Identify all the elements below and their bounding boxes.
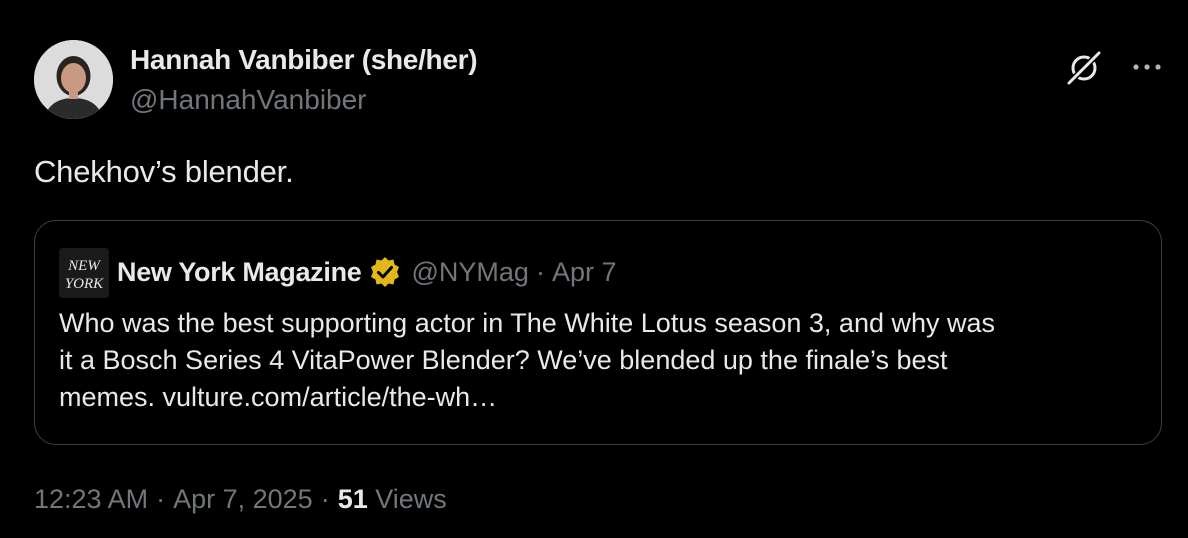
quoted-tweet-card[interactable]: NEW YORK New York Magazine @NYMag · Apr … [34, 220, 1162, 445]
quoted-display-name[interactable]: New York Magazine [117, 255, 362, 289]
tweet-time[interactable]: 12:23 AM [34, 484, 148, 514]
svg-text:NEW: NEW [67, 258, 101, 274]
meta-separator: · [156, 484, 166, 514]
tweet-meta: 12:23 AM · Apr 7, 2025 · 51 Views [34, 484, 447, 515]
verified-badge-icon [371, 257, 400, 287]
tweet-date[interactable]: Apr 7, 2025 [173, 484, 313, 514]
quoted-body-line: it a Bosch Series 4 VitaPower Blender? W… [59, 345, 948, 375]
views-count: 51 [337, 484, 368, 514]
meta-separator: · [320, 484, 330, 514]
quoted-body-line: Who was the best supporting actor in The… [59, 308, 996, 338]
author-avatar-image [34, 40, 113, 119]
quoted-date[interactable]: Apr 7 [552, 255, 617, 289]
tweet-text: Chekhov’s blender. [34, 154, 294, 189]
author-display-name[interactable]: Hannah Vanbiber (she/her) [130, 44, 478, 76]
views-label: Views [375, 484, 447, 514]
svg-text:YORK: YORK [65, 276, 104, 292]
quoted-body: Who was the best supporting actor in The… [59, 305, 1139, 416]
quoted-separator: · [535, 257, 545, 287]
author-handle[interactable]: @HannahVanbiber [130, 84, 367, 116]
quoted-handle[interactable]: @NYMag [411, 255, 528, 289]
quoted-body-line: memes. vulture.com/article/the-wh… [59, 382, 498, 412]
quoted-avatar[interactable]: NEW YORK [59, 248, 109, 298]
quoted-header: New York Magazine @NYMag · Apr 7 [117, 255, 616, 289]
more-icon[interactable] [1128, 50, 1166, 84]
grok-icon[interactable] [1064, 48, 1104, 88]
author-avatar[interactable] [34, 40, 113, 119]
nymag-logo: NEW YORK [59, 248, 109, 298]
